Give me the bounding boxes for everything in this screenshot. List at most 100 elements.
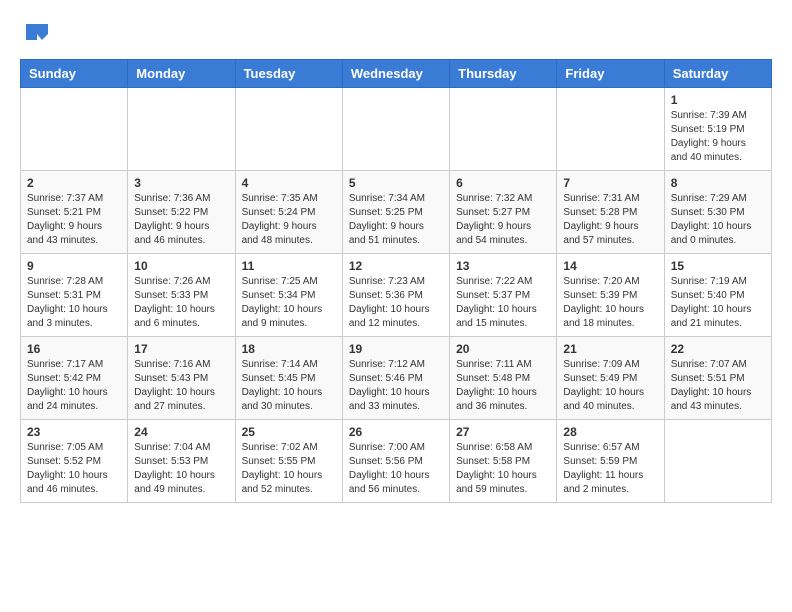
calendar-cell [128,88,235,171]
logo [20,20,52,49]
day-info: Sunrise: 7:37 AM Sunset: 5:21 PM Dayligh… [27,192,121,248]
day-number: 20 [456,342,550,356]
day-info: Sunrise: 7:23 AM Sunset: 5:36 PM Dayligh… [349,275,443,331]
calendar-cell [342,88,449,171]
day-number: 27 [456,425,550,439]
day-info: Sunrise: 7:04 AM Sunset: 5:53 PM Dayligh… [134,441,228,497]
day-number: 15 [671,259,765,273]
calendar-cell: 21Sunrise: 7:09 AM Sunset: 5:49 PM Dayli… [557,337,664,420]
day-number: 18 [242,342,336,356]
calendar-week-1: 1Sunrise: 7:39 AM Sunset: 5:19 PM Daylig… [21,88,772,171]
day-number: 13 [456,259,550,273]
calendar-cell: 7 Sunrise: 7:31 AM Sunset: 5:28 PM Daylig… [557,171,664,254]
day-info: Sunrise: 7:34 AM Sunset: 5:25 PM Dayligh… [349,192,443,248]
calendar-cell: 23 Sunrise: 7:05 AM Sunset: 5:52 PM Dayli… [21,420,128,503]
day-info: Sunrise: 7:07 AM Sunset: 5:51 PM Dayligh… [671,358,765,414]
calendar-cell: 9 Sunrise: 7:28 AM Sunset: 5:31 PM Daylig… [21,254,128,337]
day-number: 24 [134,425,228,439]
day-number: 17 [134,342,228,356]
day-info: Sunrise: 7:28 AM Sunset: 5:31 PM Dayligh… [27,275,121,331]
day-number: 5 [349,176,443,190]
calendar-cell [557,88,664,171]
calendar-cell: 5 Sunrise: 7:34 AM Sunset: 5:25 PM Daylig… [342,171,449,254]
calendar-cell: 19 Sunrise: 7:12 AM Sunset: 5:46 PM Dayli… [342,337,449,420]
day-number: 8 [671,176,765,190]
calendar-cell: 6Sunrise: 7:32 AM Sunset: 5:27 PM Daylig… [450,171,557,254]
day-info: Sunrise: 7:35 AM Sunset: 5:24 PM Dayligh… [242,192,336,248]
day-header-tuesday: Tuesday [235,60,342,88]
calendar-cell [235,88,342,171]
calendar-cell: 8 Sunrise: 7:29 AM Sunset: 5:30 PM Daylig… [664,171,771,254]
calendar-cell [21,88,128,171]
calendar-cell: 14Sunrise: 7:20 AM Sunset: 5:39 PM Dayli… [557,254,664,337]
day-info: Sunrise: 7:11 AM Sunset: 5:48 PM Dayligh… [456,358,550,414]
day-number: 16 [27,342,121,356]
day-info: Sunrise: 7:20 AM Sunset: 5:39 PM Dayligh… [563,275,657,331]
day-info: Sunrise: 7:29 AM Sunset: 5:30 PM Dayligh… [671,192,765,248]
calendar-cell: 28 Sunrise: 6:57 AM Sunset: 5:59 PM Dayli… [557,420,664,503]
calendar-cell: 25 Sunrise: 7:02 AM Sunset: 5:55 PM Dayli… [235,420,342,503]
day-header-monday: Monday [128,60,235,88]
day-info: Sunrise: 7:26 AM Sunset: 5:33 PM Dayligh… [134,275,228,331]
day-number: 10 [134,259,228,273]
day-header-sunday: Sunday [21,60,128,88]
day-info: Sunrise: 7:36 AM Sunset: 5:22 PM Dayligh… [134,192,228,248]
day-info: Sunrise: 7:32 AM Sunset: 5:27 PM Dayligh… [456,192,550,248]
day-info: Sunrise: 7:00 AM Sunset: 5:56 PM Dayligh… [349,441,443,497]
day-number: 12 [349,259,443,273]
calendar-cell: 11Sunrise: 7:25 AM Sunset: 5:34 PM Dayli… [235,254,342,337]
day-info: Sunrise: 7:14 AM Sunset: 5:45 PM Dayligh… [242,358,336,414]
day-number: 1 [671,93,765,107]
day-header-saturday: Saturday [664,60,771,88]
day-info: Sunrise: 7:05 AM Sunset: 5:52 PM Dayligh… [27,441,121,497]
page-header [20,20,772,49]
day-info: Sunrise: 7:31 AM Sunset: 5:28 PM Dayligh… [563,192,657,248]
day-info: Sunrise: 6:58 AM Sunset: 5:58 PM Dayligh… [456,441,550,497]
calendar-cell: 22 Sunrise: 7:07 AM Sunset: 5:51 PM Dayli… [664,337,771,420]
calendar-week-3: 9 Sunrise: 7:28 AM Sunset: 5:31 PM Daylig… [21,254,772,337]
calendar-cell: 26 Sunrise: 7:00 AM Sunset: 5:56 PM Dayli… [342,420,449,503]
calendar-week-5: 23 Sunrise: 7:05 AM Sunset: 5:52 PM Dayli… [21,420,772,503]
calendar-cell: 4 Sunrise: 7:35 AM Sunset: 5:24 PM Daylig… [235,171,342,254]
calendar-cell: 24 Sunrise: 7:04 AM Sunset: 5:53 PM Dayli… [128,420,235,503]
day-info: Sunrise: 7:09 AM Sunset: 5:49 PM Dayligh… [563,358,657,414]
day-info: Sunrise: 7:12 AM Sunset: 5:46 PM Dayligh… [349,358,443,414]
calendar-cell: 10 Sunrise: 7:26 AM Sunset: 5:33 PM Dayli… [128,254,235,337]
day-number: 25 [242,425,336,439]
day-info: Sunrise: 7:25 AM Sunset: 5:34 PM Dayligh… [242,275,336,331]
day-info: Sunrise: 7:22 AM Sunset: 5:37 PM Dayligh… [456,275,550,331]
day-number: 4 [242,176,336,190]
calendar-cell: 18 Sunrise: 7:14 AM Sunset: 5:45 PM Dayli… [235,337,342,420]
calendar-cell [664,420,771,503]
day-number: 2 [27,176,121,190]
calendar-cell: 3 Sunrise: 7:36 AM Sunset: 5:22 PM Daylig… [128,171,235,254]
day-header-thursday: Thursday [450,60,557,88]
calendar-cell: 1Sunrise: 7:39 AM Sunset: 5:19 PM Daylig… [664,88,771,171]
day-info: Sunrise: 7:17 AM Sunset: 5:42 PM Dayligh… [27,358,121,414]
day-number: 22 [671,342,765,356]
day-info: Sunrise: 7:19 AM Sunset: 5:40 PM Dayligh… [671,275,765,331]
calendar-cell: 16 Sunrise: 7:17 AM Sunset: 5:42 PM Dayli… [21,337,128,420]
logo-icon [22,20,52,44]
calendar-cell: 17 Sunrise: 7:16 AM Sunset: 5:43 PM Dayli… [128,337,235,420]
calendar-cell: 12 Sunrise: 7:23 AM Sunset: 5:36 PM Dayli… [342,254,449,337]
day-info: Sunrise: 7:16 AM Sunset: 5:43 PM Dayligh… [134,358,228,414]
calendar-cell: 27 Sunrise: 6:58 AM Sunset: 5:58 PM Dayli… [450,420,557,503]
calendar-cell: 2 Sunrise: 7:37 AM Sunset: 5:21 PM Daylig… [21,171,128,254]
calendar-cell: 20 Sunrise: 7:11 AM Sunset: 5:48 PM Dayli… [450,337,557,420]
day-number: 26 [349,425,443,439]
calendar-week-4: 16 Sunrise: 7:17 AM Sunset: 5:42 PM Dayli… [21,337,772,420]
day-number: 19 [349,342,443,356]
day-number: 23 [27,425,121,439]
day-number: 9 [27,259,121,273]
calendar-table: SundayMondayTuesdayWednesdayThursdayFrid… [20,59,772,503]
day-number: 3 [134,176,228,190]
day-number: 7 [563,176,657,190]
day-info: Sunrise: 6:57 AM Sunset: 5:59 PM Dayligh… [563,441,657,497]
day-number: 28 [563,425,657,439]
calendar-cell: 13 Sunrise: 7:22 AM Sunset: 5:37 PM Dayli… [450,254,557,337]
day-info: Sunrise: 7:02 AM Sunset: 5:55 PM Dayligh… [242,441,336,497]
calendar-cell [450,88,557,171]
calendar-header-row: SundayMondayTuesdayWednesdayThursdayFrid… [21,60,772,88]
calendar-cell: 15 Sunrise: 7:19 AM Sunset: 5:40 PM Dayli… [664,254,771,337]
